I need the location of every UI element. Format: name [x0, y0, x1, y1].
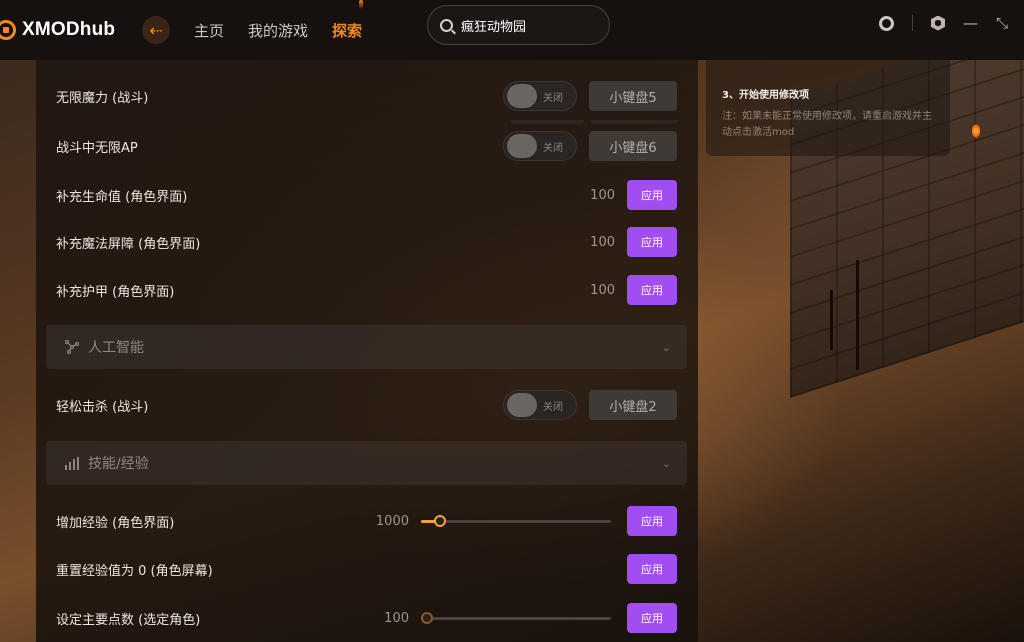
section-ai[interactable]: 人工智能 ⌄: [46, 325, 687, 369]
chevron-down-icon: ⌄: [661, 340, 671, 354]
mod-label: 轻松击杀 (战斗): [56, 399, 149, 415]
collapsed-control-edge: [510, 120, 584, 124]
apply-button[interactable]: 应用: [627, 554, 677, 584]
mod-row-easy-kill: 轻松击杀 (战斗) 关闭 小键盘2: [56, 387, 677, 423]
section-title: 人工智能: [88, 340, 144, 356]
mod-panel: 无限魔力 (战斗) 关闭 小键盘5 战斗中无限AP 关闭 小键盘6 补充生命值 …: [36, 60, 698, 642]
settings-icon[interactable]: [930, 15, 945, 31]
ai-nodes-icon: [64, 339, 80, 355]
search-input[interactable]: 瘋狂动物园: [427, 5, 610, 45]
window-controls: — ⤡: [878, 14, 1008, 32]
collapsed-control-edge: [590, 120, 678, 124]
divider: [911, 15, 913, 31]
points-slider[interactable]: [421, 610, 611, 626]
mod-label: 补充魔法屏障 (角色界面): [56, 236, 201, 252]
mod-row-reset-exp: 重置经验值为 0 (角色屏幕) 应用: [56, 551, 677, 587]
toggle-switch[interactable]: 关闭: [503, 131, 577, 161]
mod-row-refill-armor: 补充护甲 (角色界面) 100 应用: [56, 272, 677, 308]
chevron-down-icon: ⌄: [661, 456, 671, 470]
search-icon: [440, 18, 453, 32]
hotkey-button[interactable]: 小键盘6: [589, 131, 677, 161]
instruction-step: 3、开始使用修改项: [722, 90, 809, 101]
mod-value[interactable]: 100: [590, 235, 615, 250]
background-torch: [972, 124, 980, 138]
toggle-state: 关闭: [543, 92, 563, 104]
arrow-left-icon: ⇠: [149, 20, 163, 40]
background-post: [856, 260, 859, 370]
mod-label: 重置经验值为 0 (角色屏幕): [56, 563, 213, 579]
mod-label: 增加经验 (角色界面): [56, 515, 175, 531]
exp-slider[interactable]: [421, 513, 611, 529]
mod-value[interactable]: 1000: [376, 514, 409, 529]
toggle-state: 关闭: [543, 401, 563, 413]
background-post: [830, 290, 833, 350]
mod-value[interactable]: 100: [590, 188, 615, 203]
slider-thumb[interactable]: [421, 612, 433, 624]
mod-label: 无限魔力 (战斗): [56, 90, 149, 106]
apply-button[interactable]: 应用: [627, 603, 677, 633]
mod-value[interactable]: 100: [384, 611, 409, 626]
mod-label: 补充生命值 (角色界面): [56, 189, 188, 205]
nav-explore[interactable]: 探索: [332, 20, 362, 41]
nav-home[interactable]: 主页: [194, 20, 224, 41]
back-button[interactable]: ⇠: [142, 16, 170, 44]
mod-row-refill-hp: 补充生命值 (角色界面) 100 应用: [56, 177, 677, 213]
notification-icon[interactable]: [878, 15, 894, 31]
apply-button[interactable]: 应用: [627, 180, 677, 210]
logo-icon: [0, 20, 16, 40]
slider-track: [421, 617, 611, 620]
section-skills[interactable]: 技能/经验 ⌄: [46, 441, 687, 485]
mod-row-infinite-ap: 战斗中无限AP 关闭 小键盘6: [56, 128, 677, 164]
bar-chart-icon: [64, 455, 80, 471]
minimize-icon[interactable]: —: [963, 14, 978, 32]
mod-row-main-points: 设定主要点数 (选定角色) 100 应用: [56, 600, 677, 636]
hotkey-button[interactable]: 小键盘5: [589, 81, 677, 111]
toggle-knob: [507, 84, 537, 108]
mod-value[interactable]: 100: [590, 283, 615, 298]
slider-track: [421, 520, 611, 523]
mod-row-add-exp: 增加经验 (角色界面) 1000 应用: [56, 503, 677, 539]
search-value: 瘋狂动物园: [461, 19, 527, 35]
logo-text: XMODhub: [22, 19, 116, 40]
mod-label: 战斗中无限AP: [56, 140, 138, 156]
hotkey-button[interactable]: 小键盘2: [589, 390, 677, 420]
apply-button[interactable]: 应用: [627, 275, 677, 305]
section-title: 技能/经验: [88, 456, 149, 472]
mod-row-refill-barrier: 补充魔法屏障 (角色界面) 100 应用: [56, 224, 677, 260]
toggle-switch[interactable]: 关闭: [503, 390, 577, 420]
logo[interactable]: XMODhub: [0, 19, 126, 41]
instructions-card: 3、开始使用修改项 注：如果未能正常使用修改项，请重启游戏并主动点击激活mod: [706, 60, 950, 156]
fullscreen-icon[interactable]: ⤡: [996, 14, 1008, 32]
apply-button[interactable]: 应用: [627, 506, 677, 536]
active-nav-indicator: [359, 0, 363, 9]
apply-button[interactable]: 应用: [627, 227, 677, 257]
mod-label: 设定主要点数 (选定角色): [56, 612, 201, 628]
mod-row-infinite-mana: 无限魔力 (战斗) 关闭 小键盘5: [56, 78, 677, 114]
mod-label: 补充护甲 (角色界面): [56, 284, 175, 300]
toggle-knob: [507, 134, 537, 158]
nav-my-games[interactable]: 我的游戏: [248, 20, 308, 41]
slider-thumb[interactable]: [434, 515, 446, 527]
instruction-note: 注：如果未能正常使用修改项，请重启游戏并主动点击激活mod: [722, 111, 932, 138]
toggle-knob: [507, 393, 537, 417]
toggle-state: 关闭: [543, 142, 563, 154]
toggle-switch[interactable]: 关闭: [503, 81, 577, 111]
